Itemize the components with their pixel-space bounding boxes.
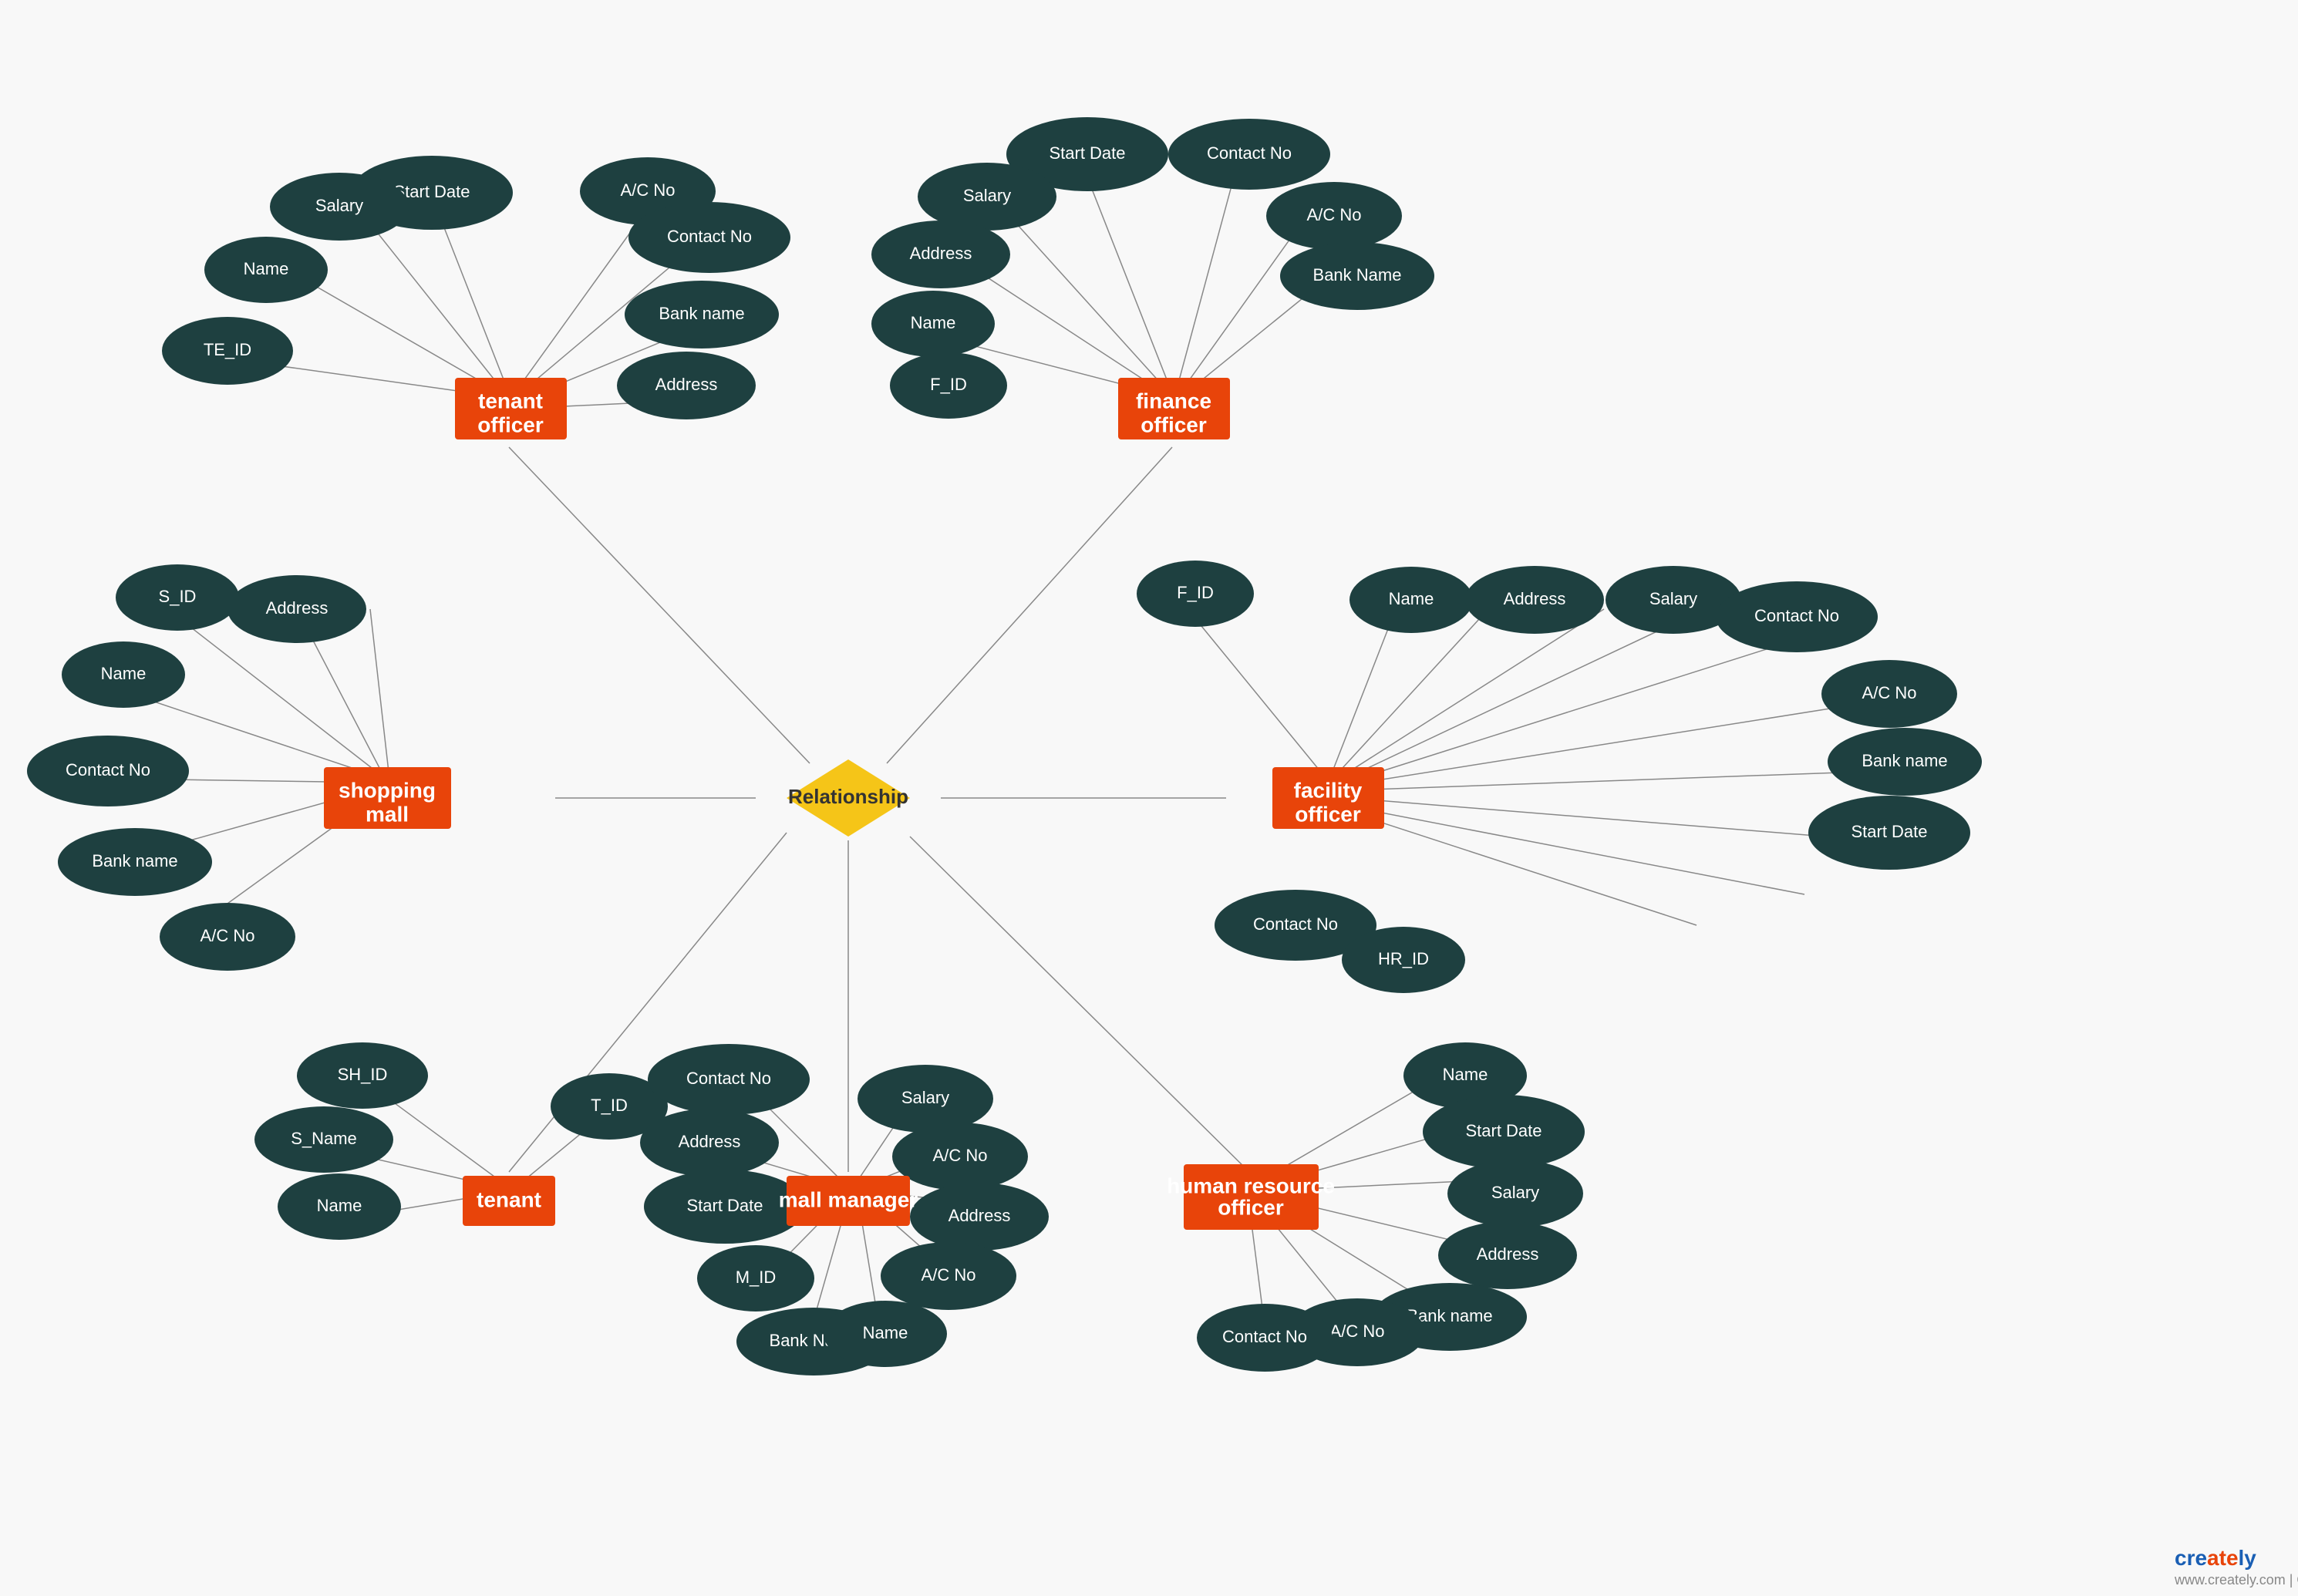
- entity-label: finance: [1136, 389, 1211, 412]
- entity-label: human resource: [1167, 1173, 1335, 1197]
- entity-label: facility: [1294, 778, 1363, 802]
- attr-label: Address: [266, 598, 329, 618]
- entity-label: officer: [477, 412, 544, 436]
- attr-label: Name: [1389, 589, 1434, 608]
- attr-label: F_ID: [930, 375, 967, 394]
- attr-label: Start Date: [1465, 1121, 1542, 1140]
- logo: creately: [2175, 1546, 2256, 1570]
- entity-label: officer: [1141, 412, 1207, 436]
- attr-label: A/C No: [1330, 1322, 1385, 1341]
- attr-label: Bank name: [92, 851, 177, 870]
- er-diagram: Start Date Salary Name TE_ID A/C No Cont…: [0, 0, 2298, 1596]
- attr-label: A/C No: [933, 1146, 988, 1165]
- attr-label: Address: [1504, 589, 1566, 608]
- attr-label: Contact No: [66, 760, 150, 779]
- attr-label: A/C No: [922, 1265, 976, 1285]
- attr-label: Start Date: [686, 1196, 763, 1215]
- attr-label: S_ID: [159, 587, 197, 606]
- attr-label: Address: [655, 375, 718, 394]
- attr-label: Salary: [315, 196, 363, 215]
- attr-label: Address: [679, 1132, 741, 1151]
- entity-label: officer: [1295, 802, 1361, 826]
- attr-label: Start Date: [1851, 822, 1927, 841]
- attr-label: Bank name: [1862, 751, 1947, 770]
- attr-label: Contact No: [686, 1069, 771, 1088]
- entity-label: mall manager: [779, 1187, 918, 1211]
- attr-label: A/C No: [200, 926, 255, 945]
- attr-label: SH_ID: [338, 1065, 388, 1084]
- attr-label: Address: [949, 1206, 1011, 1225]
- attr-label: S_Name: [291, 1129, 357, 1148]
- attr-label: Contact No: [1222, 1327, 1307, 1346]
- attr-label: Salary: [1491, 1183, 1539, 1202]
- attr-label: TE_ID: [204, 340, 251, 359]
- attr-label: Address: [910, 244, 972, 263]
- attr-label: T_ID: [591, 1096, 628, 1115]
- attr-label: F_ID: [1177, 583, 1214, 602]
- attr-label: Name: [1443, 1065, 1488, 1084]
- attr-label: Name: [863, 1323, 908, 1342]
- entity-label: tenant: [478, 389, 543, 412]
- attr-label: A/C No: [621, 180, 676, 200]
- attr-label: Name: [911, 313, 956, 332]
- logo-sub: www.creately.com | Online Diagramming: [2174, 1572, 2298, 1588]
- attr-label: Bank name: [659, 304, 744, 323]
- attr-label: Contact No: [667, 227, 752, 246]
- entity-label: shopping: [339, 778, 436, 802]
- attr-label: Address: [1477, 1244, 1539, 1264]
- attr-label: HR_ID: [1378, 949, 1429, 968]
- relationship-label: Relationship: [788, 785, 908, 808]
- attr-label: Name: [317, 1196, 362, 1215]
- attr-label: Salary: [901, 1088, 949, 1107]
- entity-label: mall: [366, 802, 409, 826]
- attr-label: Bank Name: [1313, 265, 1402, 285]
- attr-label: Name: [244, 259, 289, 278]
- attr-label: A/C No: [1307, 205, 1362, 224]
- entity-label: tenant: [477, 1187, 541, 1211]
- attr-label: Contact No: [1253, 914, 1338, 934]
- entity-label: officer: [1218, 1195, 1284, 1219]
- attr-label: Salary: [1649, 589, 1697, 608]
- attr-label: Name: [101, 664, 147, 683]
- attr-label: Contact No: [1754, 606, 1839, 625]
- attr-label: Contact No: [1207, 143, 1292, 163]
- attr-label: M_ID: [736, 1268, 777, 1287]
- attr-label: Salary: [963, 186, 1011, 205]
- attr-label: A/C No: [1862, 683, 1917, 702]
- attr-label: Start Date: [1049, 143, 1125, 163]
